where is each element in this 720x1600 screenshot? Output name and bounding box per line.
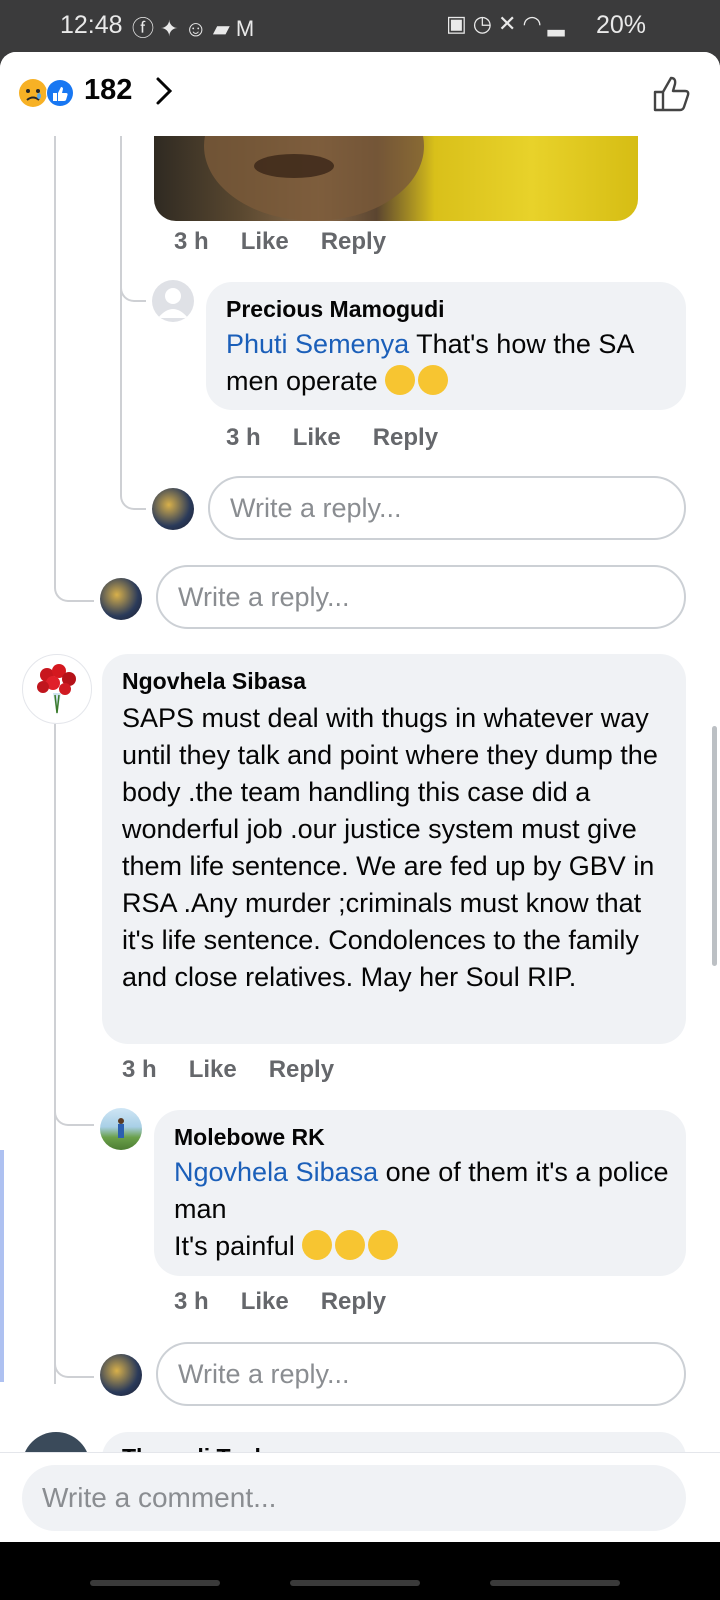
wifi-icon: ◠ xyxy=(522,11,548,36)
like-link[interactable]: Like xyxy=(293,424,341,451)
comment-time: 3 h xyxy=(174,228,209,255)
notification-icons: ⓕ✦☺▰M xyxy=(132,11,260,43)
reply-input[interactable]: Write a reply... xyxy=(208,476,686,540)
thread-line xyxy=(54,136,56,576)
like-link[interactable]: Like xyxy=(189,1056,237,1083)
mention-link[interactable]: Phuti Semenya xyxy=(226,329,409,359)
like-link[interactable]: Like xyxy=(241,1288,289,1315)
twitter-icon: ✦ xyxy=(160,16,185,41)
comment-meta: 3 h Like Reply xyxy=(226,424,470,452)
comment-input[interactable]: Write a comment... xyxy=(22,1465,686,1531)
highlight-accent xyxy=(0,1150,4,1382)
comments-sheet: 182 3 h Like Reply Precious Mamogudi Phu… xyxy=(0,52,720,1542)
scrollbar[interactable] xyxy=(712,726,717,966)
reply-link[interactable]: Reply xyxy=(269,1056,334,1083)
crying-emoji xyxy=(302,1230,333,1260)
reactions-header: 182 xyxy=(0,52,720,136)
reaction-count[interactable]: 182 xyxy=(84,74,132,107)
nav-handle[interactable] xyxy=(290,1580,420,1586)
reply-link[interactable]: Reply xyxy=(321,1288,386,1315)
lock-icon: ▣ xyxy=(446,11,473,36)
avatar[interactable] xyxy=(152,280,194,322)
comment-text: Ngovhela Sibasa one of them it's a polic… xyxy=(174,1154,670,1265)
default-avatar-icon xyxy=(158,288,188,318)
comment-composer: Write a comment... xyxy=(0,1452,720,1542)
reply-input[interactable]: Write a reply... xyxy=(156,1342,686,1406)
comment-time: 3 h xyxy=(174,1288,209,1315)
zipper-mouth-emoji xyxy=(385,365,416,395)
comment-meta: 3 h Like Reply xyxy=(122,1056,366,1084)
thread-line xyxy=(120,136,122,372)
current-user-avatar xyxy=(152,488,194,530)
like-link[interactable]: Like xyxy=(241,228,289,255)
system-icons: ▣◷✕◠▂ xyxy=(446,11,571,37)
crying-emoji xyxy=(335,1230,366,1260)
current-user-avatar xyxy=(100,578,142,620)
comment-body: It's painful xyxy=(174,1231,303,1261)
reply-photo[interactable] xyxy=(154,136,638,221)
chevron-right-icon[interactable] xyxy=(152,74,176,108)
comment-time: 3 h xyxy=(122,1056,157,1083)
comments-list[interactable]: 3 h Like Reply Precious Mamogudi Phuti Sem… xyxy=(0,136,720,1532)
current-user-avatar xyxy=(100,1354,142,1396)
thread-elbow xyxy=(54,1352,94,1378)
thread-elbow xyxy=(120,372,146,510)
navigation-bar xyxy=(0,1542,720,1600)
alarm-icon: ◷ xyxy=(472,11,498,36)
reply-link[interactable]: Reply xyxy=(321,228,386,255)
photo-content xyxy=(204,136,424,221)
thread-elbow xyxy=(54,1100,94,1126)
status-bar: 12:48 ⓕ✦☺▰M ▣◷✕◠▂ 20% xyxy=(0,0,720,52)
reply-input[interactable]: Write a reply... xyxy=(156,565,686,629)
comment-author[interactable]: Molebowe RK xyxy=(174,1124,325,1151)
comment-text: Phuti Semenya That's how the SA men oper… xyxy=(226,326,666,400)
comment-author[interactable]: Ngovhela Sibasa xyxy=(122,668,306,695)
roses-avatar-icon xyxy=(37,664,76,715)
mention-link[interactable]: Ngovhela Sibasa xyxy=(174,1157,378,1187)
comment-meta: 3 h Like Reply xyxy=(174,1288,418,1316)
avatar[interactable] xyxy=(100,1108,142,1150)
facebook-icon: ⓕ xyxy=(132,16,161,41)
thread-elbow xyxy=(120,276,146,302)
thread-elbow xyxy=(54,576,94,602)
snapchat-icon: ☺ xyxy=(184,16,213,41)
nav-handle[interactable] xyxy=(490,1580,620,1586)
thread-line xyxy=(54,724,56,1384)
reaction-icons[interactable] xyxy=(18,78,76,108)
message-icon: ▰ xyxy=(212,16,236,41)
crying-emoji xyxy=(368,1230,399,1260)
nav-handle[interactable] xyxy=(90,1580,220,1586)
avatar[interactable] xyxy=(22,654,92,724)
signal-icon: ▂ xyxy=(547,11,571,36)
comment-time: 3 h xyxy=(226,424,261,451)
reply-link[interactable]: Reply xyxy=(373,424,438,451)
comment-meta: 3 h Like Reply xyxy=(174,228,418,256)
sad-reaction-icon xyxy=(19,79,47,107)
comment-text: SAPS must deal with thugs in whatever wa… xyxy=(122,703,658,992)
status-time: 12:48 xyxy=(60,11,123,39)
zipper-mouth-emoji xyxy=(418,365,449,395)
mute-icon: ✕ xyxy=(498,11,523,36)
like-button-icon[interactable] xyxy=(652,74,692,114)
gmail-icon: M xyxy=(235,16,261,41)
battery-level: 20% xyxy=(596,11,647,39)
like-reaction-icon xyxy=(46,79,74,107)
comment-author[interactable]: Precious Mamogudi xyxy=(226,296,445,323)
person-photo-icon xyxy=(118,1118,124,1138)
